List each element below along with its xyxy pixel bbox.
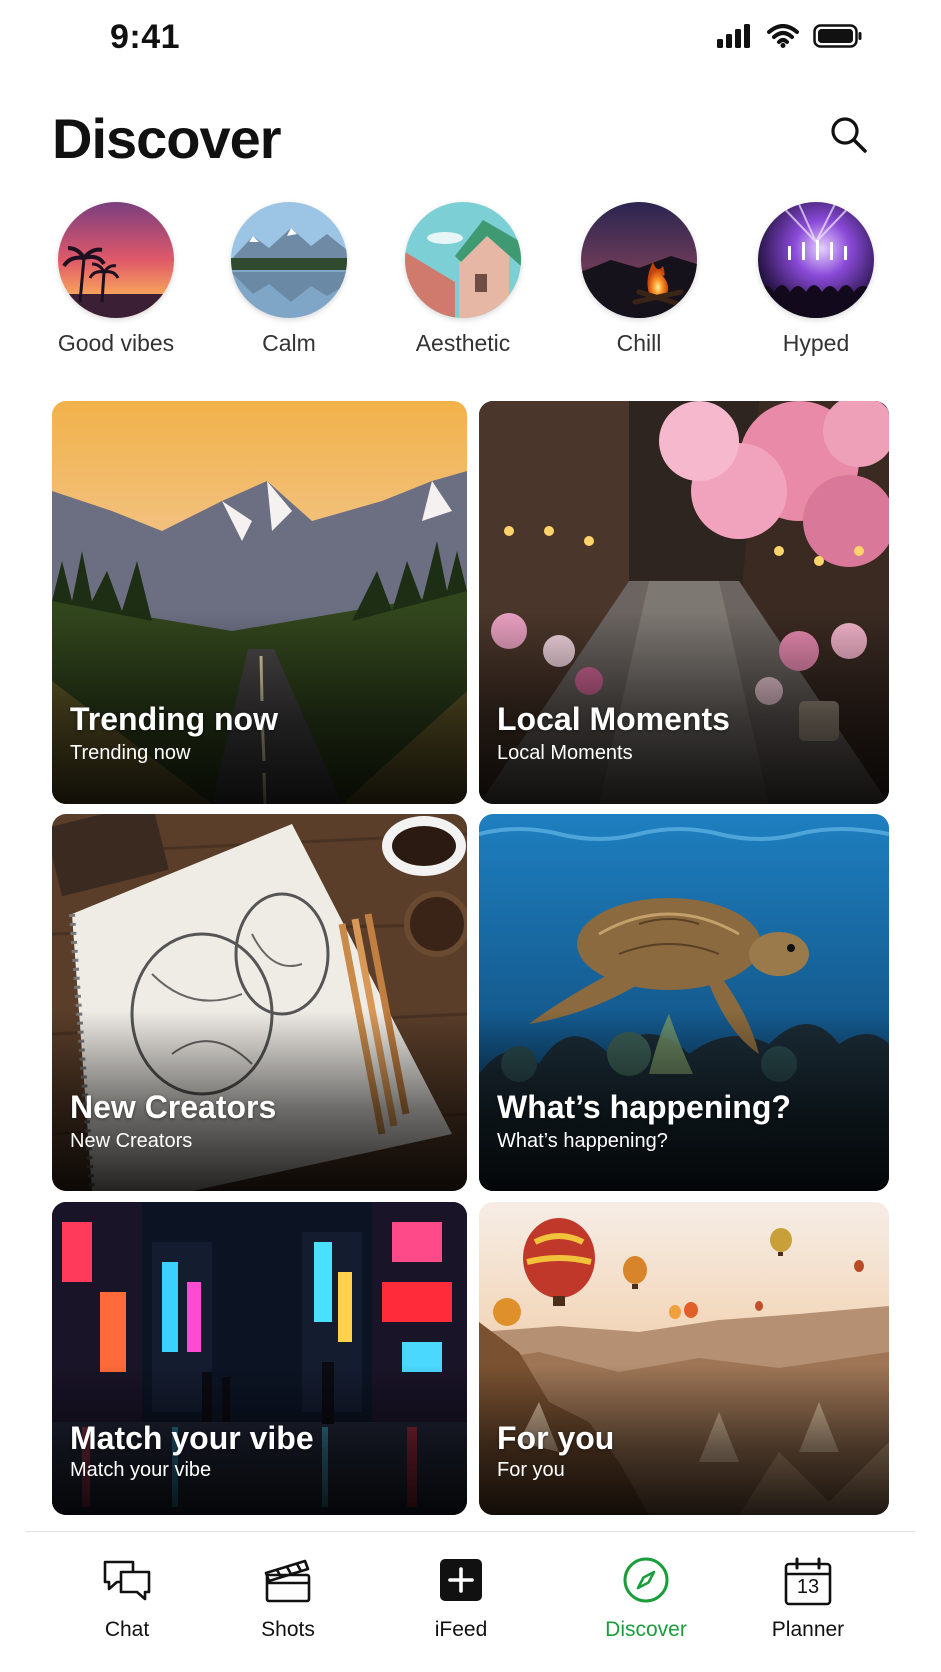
mood-label: Chill xyxy=(616,330,662,356)
plus-square-icon xyxy=(438,1557,484,1608)
mood-image-good-vibes xyxy=(58,202,174,318)
card-title: What’s happening? xyxy=(497,1089,791,1125)
mood-chill[interactable]: Chill xyxy=(549,202,729,357)
card-whats-happening[interactable]: What’s happening? What’s happening? xyxy=(479,814,889,1191)
mood-label: Hyped xyxy=(782,330,850,356)
card-local-moments[interactable]: Local Moments Local Moments xyxy=(479,401,889,804)
mood-image-chill xyxy=(581,202,697,318)
mood-aesthetic[interactable]: Aesthetic xyxy=(373,202,553,357)
mood-label: Good vibes xyxy=(57,330,175,356)
card-title: Trending now xyxy=(70,701,278,737)
battery-icon xyxy=(813,24,863,53)
tab-label: iFeed xyxy=(434,1618,488,1641)
status-icons xyxy=(717,24,863,53)
mood-calm[interactable]: Calm xyxy=(199,202,379,357)
header: Discover xyxy=(52,104,872,174)
card-title: For you xyxy=(497,1420,615,1456)
tab-label: Planner xyxy=(771,1618,845,1641)
card-subtitle: Match your vibe xyxy=(70,1459,212,1481)
card-for-you[interactable]: For you For you xyxy=(479,1202,889,1515)
compass-icon xyxy=(621,1555,671,1610)
card-subtitle: Local Moments xyxy=(497,742,633,764)
card-subtitle: Trending now xyxy=(70,742,191,764)
page-title: Discover xyxy=(52,107,282,170)
mood-image-calm xyxy=(231,202,347,318)
mood-label: Calm xyxy=(262,330,316,356)
tab-discover[interactable]: Discover xyxy=(576,1554,716,1642)
card-new-creators[interactable]: New Creators New Creators xyxy=(52,814,467,1191)
search-icon xyxy=(829,115,869,160)
mood-image-aesthetic xyxy=(405,202,521,318)
tab-planner[interactable]: 13 Planner xyxy=(738,1554,878,1642)
chat-bubbles-icon xyxy=(101,1558,153,1607)
card-title: Local Moments xyxy=(497,701,730,737)
card-subtitle: What’s happening? xyxy=(497,1130,668,1152)
card-match-your-vibe[interactable]: Match your vibe Match your vibe xyxy=(52,1202,467,1515)
clapperboard-icon xyxy=(263,1557,313,1608)
tabbar-divider xyxy=(26,1531,915,1532)
tab-shots[interactable]: Shots xyxy=(218,1554,358,1642)
card-subtitle: New Creators xyxy=(70,1130,193,1152)
mood-image-hyped xyxy=(758,202,874,318)
search-button[interactable] xyxy=(824,112,874,162)
wifi-icon xyxy=(767,24,799,53)
calendar-day: 13 xyxy=(796,1576,820,1598)
mood-good-vibes[interactable]: Good vibes xyxy=(26,202,206,357)
tab-label: Discover xyxy=(605,1618,687,1641)
tab-label: Shots xyxy=(261,1618,315,1641)
status-time: 9:41 xyxy=(110,18,181,56)
tab-label: Chat xyxy=(104,1618,150,1641)
card-trending-now[interactable]: Trending now Trending now xyxy=(52,401,467,804)
calendar-icon: 13 xyxy=(783,1557,833,1607)
mood-hyped[interactable]: Hyped xyxy=(726,202,906,357)
status-bar: 9:41 xyxy=(0,0,941,80)
card-subtitle: For you xyxy=(497,1459,565,1481)
mood-row: Good vibes Calm Aesthetic Chill Hyped xyxy=(0,202,941,362)
signal-icon xyxy=(717,24,753,53)
tab-bar: Chat Shots iFeed Discover 13 Planner xyxy=(0,1540,941,1672)
tab-chat[interactable]: Chat xyxy=(57,1554,197,1642)
tab-ifeed[interactable]: iFeed xyxy=(391,1554,531,1642)
mood-label: Aesthetic xyxy=(415,330,511,356)
card-title: New Creators xyxy=(70,1089,277,1125)
card-title: Match your vibe xyxy=(70,1420,314,1456)
